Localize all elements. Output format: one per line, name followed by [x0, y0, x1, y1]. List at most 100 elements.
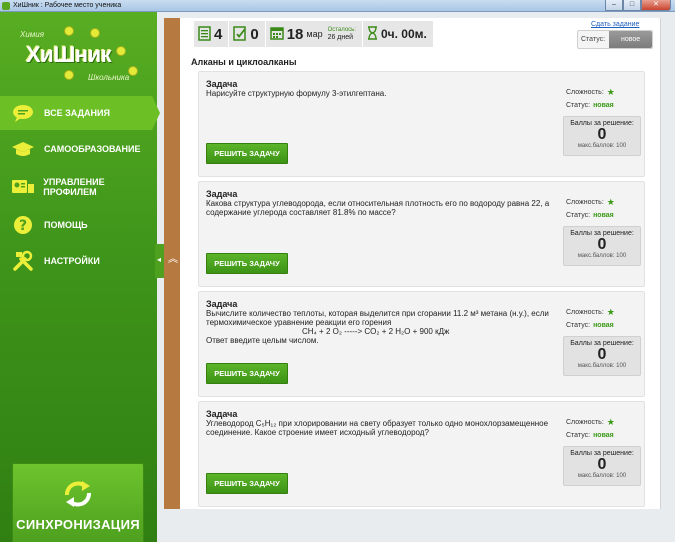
solve-task-button[interactable]: РЕШИТЬ ЗАДАЧУ: [206, 473, 288, 494]
task-title: Задача: [206, 409, 238, 419]
document-check-icon: [233, 25, 247, 43]
sidebar-item-self-education[interactable]: САМООБРАЗОВАНИЕ: [0, 132, 157, 166]
main-panel: 4 0 18 мар Осталось: 26 дней 0ч. 00м. Сд…: [180, 18, 661, 509]
calendar-icon: [269, 26, 284, 42]
maximize-button[interactable]: □: [623, 0, 641, 11]
stat-solved-value: 0: [250, 25, 259, 43]
chevron-left-icon: ◂: [157, 255, 162, 264]
star-icon: ★: [606, 417, 615, 427]
stat-time: 0ч. 00м.: [362, 21, 434, 47]
app-logo: Химия ХиШник Школьника: [20, 26, 145, 90]
panel-splitter[interactable]: ︽: [164, 18, 180, 509]
logo-bottom-text: Школьника: [88, 73, 130, 82]
solve-task-button[interactable]: РЕШИТЬ ЗАДАЧУ: [206, 143, 288, 164]
assignment-status: Статус: новое: [577, 30, 654, 49]
score-box: Баллы за решение: 0 макс.баллов: 100: [563, 116, 641, 156]
task-card: Задача Нарисуйте структурную формулу 3-э…: [198, 71, 645, 177]
stat-month: мар: [306, 29, 323, 39]
score-box: Баллы за решение: 0 макс.баллов: 100: [563, 446, 641, 486]
logo-atom-icon: [64, 26, 74, 36]
logo-top-text: Химия: [20, 30, 44, 39]
stat-tasks: 4: [194, 21, 230, 47]
solve-task-button[interactable]: РЕШИТЬ ЗАДАЧУ: [206, 253, 288, 274]
sync-arrows-icon: [63, 481, 93, 509]
sidebar-nav: ВСЕ ЗАДАНИЯ САМООБРАЗОВАНИЕ УПРАВЛЕНИЕ П…: [0, 96, 160, 280]
stat-date: 18 мар Осталось: 26 дней: [265, 21, 363, 47]
score-value: 0: [597, 346, 607, 363]
status-badge: новое: [609, 31, 653, 48]
logo-atom-icon: [128, 66, 138, 76]
sidebar-item-label: ПОМОЩЬ: [44, 220, 88, 230]
logo-main-text: ХиШник: [26, 42, 112, 67]
sidebar: Химия ХиШник Школьника ВСЕ ЗАДАНИЯ САМОО…: [0, 12, 160, 542]
minimize-button[interactable]: –: [605, 0, 623, 11]
question-icon: ?: [10, 215, 36, 235]
task-title: Задача: [206, 299, 238, 309]
difficulty-row: Сложность: ★: [566, 307, 615, 317]
star-icon: ★: [606, 307, 615, 317]
task-status-row: Статус: новая: [566, 102, 614, 109]
logo-atom-icon: [116, 46, 126, 56]
solve-task-button[interactable]: РЕШИТЬ ЗАДАЧУ: [206, 363, 288, 384]
stat-day: 18: [286, 25, 304, 43]
sidebar-item-label: УПРАВЛЕНИЕ ПРОФИЛЕМ: [43, 177, 105, 197]
star-icon: ★: [606, 197, 615, 207]
sidebar-item-label: НАСТРОЙКИ: [44, 256, 100, 266]
task-text: Нарисуйте структурную формулу 3-этилгепт…: [206, 89, 387, 98]
difficulty-row: Сложность: ★: [566, 417, 615, 427]
sidebar-item-profile[interactable]: УПРАВЛЕНИЕ ПРОФИЛЕМ: [0, 168, 157, 206]
stat-days-left: Осталось: 26 дней: [327, 27, 356, 41]
task-text: Какова структура углеводорода, если отно…: [206, 199, 550, 217]
app-icon: [2, 2, 10, 10]
task-card: Задача Углеводород C₅H₁₂ при хлорировани…: [198, 401, 645, 507]
task-title: Задача: [206, 189, 238, 199]
difficulty-row: Сложность: ★: [566, 87, 615, 97]
score-box: Баллы за решение: 0 макс.баллов: 100: [563, 336, 641, 376]
score-value: 0: [597, 236, 607, 253]
sidebar-item-label: ВСЕ ЗАДАНИЯ: [44, 108, 110, 118]
task-meta: Сложность: ★ Статус: новая Баллы за решени…: [563, 196, 641, 266]
stat-solved: 0: [229, 21, 266, 47]
task-card: Задача Какова структура углеводорода, ес…: [198, 181, 645, 287]
score-value: 0: [597, 456, 607, 473]
close-button[interactable]: ✕: [641, 0, 671, 11]
logo-atom-icon: [64, 70, 74, 80]
logo-atom-icon: [90, 28, 100, 38]
sidebar-item-help[interactable]: ? ПОМОЩЬ: [0, 208, 157, 242]
task-meta: Сложность: ★ Статус: новая Баллы за решени…: [563, 416, 641, 486]
sidebar-item-settings[interactable]: НАСТРОЙКИ: [0, 244, 157, 278]
tools-icon: [10, 250, 36, 271]
task-status-row: Статус: новая: [566, 322, 614, 329]
task-title: Задача: [206, 79, 238, 89]
task-card: Задача Вычислите количество теплоты, кот…: [198, 291, 645, 397]
chevron-up-icon[interactable]: ︽: [168, 255, 178, 265]
status-label: Статус:: [581, 36, 606, 43]
score-box: Баллы за решение: 0 макс.баллов: 100: [563, 226, 641, 266]
task-meta: Сложность: ★ Статус: новая Баллы за решени…: [563, 86, 641, 156]
sync-label: СИНХРОНИЗАЦИЯ: [16, 517, 140, 532]
graduation-cap-icon: [10, 139, 36, 159]
task-status-row: Статус: новая: [566, 432, 614, 439]
score-value: 0: [597, 126, 607, 143]
equation: CH₄ + 2 O₂ -----> CO₂ + 2 H₂O + 900 кДж: [302, 327, 450, 336]
submit-assignment-link[interactable]: Сдать задание: [591, 21, 639, 28]
window-title: ХиШник : Рабочее место ученика: [13, 2, 122, 9]
sync-button[interactable]: СИНХРОНИЗАЦИЯ: [12, 463, 144, 542]
sidebar-item-all-tasks[interactable]: ВСЕ ЗАДАНИЯ: [0, 96, 160, 130]
task-text: Вычислите количество теплоты, которая вы…: [206, 309, 561, 345]
hourglass-icon: [367, 26, 378, 42]
svg-text:?: ?: [19, 218, 27, 234]
profile-card-icon: [10, 177, 35, 197]
window-titlebar: ХиШник : Рабочее место ученика – □ ✕: [0, 0, 675, 12]
stat-tasks-value: 4: [214, 25, 223, 43]
stats-bar: 4 0 18 мар Осталось: 26 дней 0ч. 00м.: [194, 21, 434, 47]
sidebar-item-label: САМООБРАЗОВАНИЕ: [44, 144, 141, 154]
speech-bubble-icon: [10, 103, 36, 123]
task-text: Углеводород C₅H₁₂ при хлорировании на св…: [206, 419, 549, 437]
stat-time-value: 0ч. 00м.: [380, 27, 427, 41]
task-meta: Сложность: ★ Статус: новая Баллы за решени…: [563, 306, 641, 376]
star-icon: ★: [606, 87, 615, 97]
section-title: Алканы и циклоалканы: [191, 57, 297, 67]
window-controls: – □ ✕: [605, 0, 671, 12]
document-list-icon: [198, 25, 211, 43]
